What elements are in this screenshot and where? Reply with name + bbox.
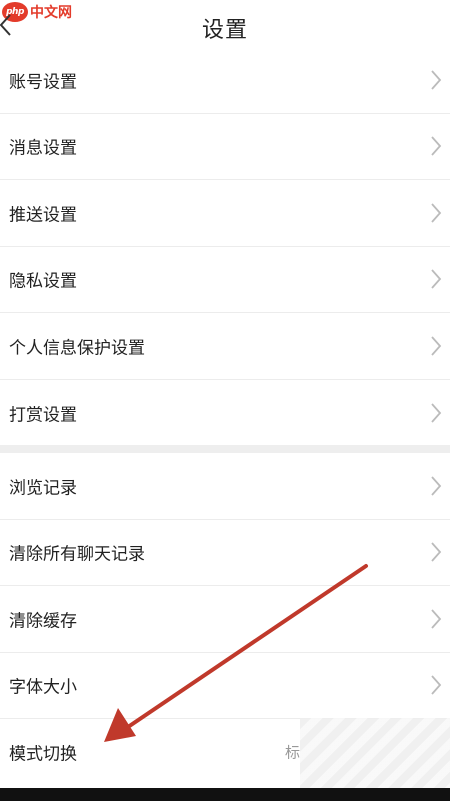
- settings-item-history[interactable]: 浏览记录: [0, 453, 450, 520]
- settings-item-label: 清除缓存: [9, 611, 77, 632]
- chevron-right-icon: [431, 70, 442, 90]
- settings-item-label: 字体大小: [9, 677, 77, 698]
- chevron-right-icon: [431, 269, 442, 289]
- settings-group-1: 账号设置 消息设置 推送设置 隐私设置 个人信息保护设置 打赏设置: [0, 47, 450, 446]
- settings-item-message[interactable]: 消息设置: [0, 114, 450, 180]
- settings-item-clear-chats[interactable]: 清除所有聊天记录: [0, 520, 450, 586]
- chevron-right-icon: [431, 476, 442, 496]
- settings-item-font-size[interactable]: 字体大小: [0, 653, 450, 719]
- watermark-blur: [300, 718, 450, 788]
- header: php 中文网 设置: [0, 0, 450, 50]
- chevron-right-icon: [431, 403, 442, 423]
- chevron-right-icon: [431, 609, 442, 629]
- chevron-right-icon: [431, 203, 442, 223]
- settings-item-reward[interactable]: 打赏设置: [0, 380, 450, 447]
- settings-item-label: 个人信息保护设置: [9, 338, 145, 359]
- chevron-right-icon: [431, 136, 442, 156]
- settings-item-label: 推送设置: [9, 205, 77, 226]
- settings-item-privacy[interactable]: 隐私设置: [0, 247, 450, 313]
- settings-item-label: 账号设置: [9, 72, 77, 93]
- chevron-right-icon: [431, 675, 442, 695]
- settings-item-value: 标: [284, 743, 300, 762]
- chevron-right-icon: [431, 336, 442, 356]
- settings-item-push[interactable]: 推送设置: [0, 180, 450, 247]
- bottom-bar: [0, 788, 450, 801]
- settings-item-label: 浏览记录: [9, 478, 77, 499]
- settings-item-label: 模式切换: [9, 744, 77, 765]
- settings-item-clear-cache[interactable]: 清除缓存: [0, 586, 450, 653]
- section-divider: [0, 445, 450, 453]
- page-title: 设置: [201, 18, 248, 43]
- settings-item-personal-info[interactable]: 个人信息保护设置: [0, 313, 450, 380]
- settings-item-label: 清除所有聊天记录: [9, 544, 145, 565]
- chevron-right-icon: [431, 542, 442, 562]
- settings-item-label: 消息设置: [9, 138, 77, 159]
- settings-item-label: 打赏设置: [9, 405, 77, 426]
- settings-item-label: 隐私设置: [9, 271, 77, 292]
- settings-item-account[interactable]: 账号设置: [0, 47, 450, 114]
